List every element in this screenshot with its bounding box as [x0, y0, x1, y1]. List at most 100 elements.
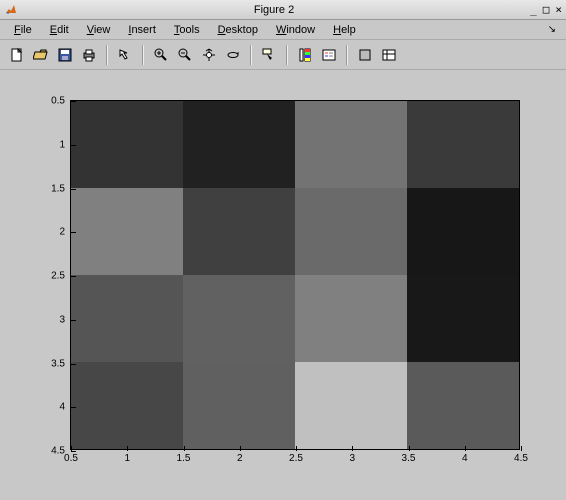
- y-tick-label: 4.5: [51, 446, 65, 457]
- y-tick-mark: [71, 145, 76, 146]
- heatmap-cell: [71, 188, 183, 275]
- heatmap-image: [71, 101, 519, 449]
- x-tick-label: 4: [462, 453, 468, 464]
- heatmap-cell: [183, 188, 295, 275]
- menu-view[interactable]: View: [79, 22, 119, 38]
- menu-tools[interactable]: Tools: [166, 22, 208, 38]
- figure-canvas: 0.511.522.533.544.50.511.522.533.544.5: [0, 70, 566, 500]
- x-tick-label: 1.5: [177, 453, 191, 464]
- x-tick-label: 1: [124, 453, 130, 464]
- heatmap-cell: [183, 362, 295, 449]
- menu-file[interactable]: File: [6, 22, 40, 38]
- menu-edit[interactable]: Edit: [42, 22, 77, 38]
- y-tick-mark: [71, 101, 76, 102]
- y-tick-label: 3: [59, 314, 65, 325]
- rotate3d-button[interactable]: [222, 44, 244, 66]
- open-button[interactable]: [30, 44, 52, 66]
- y-tick-label: 1.5: [51, 183, 65, 194]
- toolbar-separator: [250, 45, 252, 65]
- heatmap-cell: [71, 101, 183, 188]
- close-button[interactable]: ×: [555, 3, 562, 16]
- heatmap-cell: [407, 275, 519, 362]
- y-tick-label: 0.5: [51, 96, 65, 107]
- x-tick-label: 2: [237, 453, 243, 464]
- axes-container: 0.511.522.533.544.50.511.522.533.544.5: [70, 100, 520, 450]
- new-icon: [9, 47, 25, 63]
- arrow-icon: [117, 47, 133, 63]
- y-tick-mark: [71, 189, 76, 190]
- insert-legend-button[interactable]: [318, 44, 340, 66]
- heatmap-cell: [295, 362, 407, 449]
- open-icon: [33, 47, 49, 63]
- heatmap-cell: [295, 188, 407, 275]
- new-figure-button[interactable]: [6, 44, 28, 66]
- toolbar-separator: [106, 45, 108, 65]
- pan-button[interactable]: [198, 44, 220, 66]
- window-title: Figure 2: [24, 4, 524, 16]
- legend-icon: [321, 47, 337, 63]
- dock-corner-icon[interactable]: ↘: [548, 24, 560, 35]
- y-tick-mark: [71, 407, 76, 408]
- hidetools-icon: [357, 47, 373, 63]
- y-tick-mark: [71, 364, 76, 365]
- heatmap-cell: [71, 275, 183, 362]
- x-tick-mark: [409, 446, 410, 451]
- maximize-button[interactable]: □: [543, 3, 550, 16]
- hide-tools-button[interactable]: [354, 44, 376, 66]
- y-tick-label: 3.5: [51, 358, 65, 369]
- menu-window[interactable]: Window: [268, 22, 323, 38]
- menu-help[interactable]: Help: [325, 22, 364, 38]
- x-tick-mark: [296, 446, 297, 451]
- edit-plot-button[interactable]: [114, 44, 136, 66]
- save-button[interactable]: [54, 44, 76, 66]
- data-cursor-button[interactable]: [258, 44, 280, 66]
- showtools-icon: [381, 47, 397, 63]
- rotate-icon: [225, 47, 241, 63]
- menu-insert[interactable]: Insert: [120, 22, 164, 38]
- zoom-in-icon: [153, 47, 169, 63]
- y-tick-label: 2.5: [51, 271, 65, 282]
- x-tick-mark: [521, 446, 522, 451]
- zoom-out-button[interactable]: [174, 44, 196, 66]
- y-tick-mark: [71, 276, 76, 277]
- figure-window: Figure 2 _ □ × FileEditViewInsertToolsDe…: [0, 0, 566, 500]
- zoom-in-button[interactable]: [150, 44, 172, 66]
- minimize-button[interactable]: _: [530, 3, 537, 16]
- print-button[interactable]: [78, 44, 100, 66]
- matlab-app-icon: [4, 3, 18, 17]
- colorbar-icon: [297, 47, 313, 63]
- zoom-out-icon: [177, 47, 193, 63]
- y-tick-mark: [71, 451, 76, 452]
- heatmap-cell: [407, 188, 519, 275]
- x-tick-label: 3: [349, 453, 355, 464]
- heatmap-cell: [183, 101, 295, 188]
- y-tick-mark: [71, 320, 76, 321]
- menu-desktop[interactable]: Desktop: [210, 22, 266, 38]
- y-tick-label: 1: [59, 139, 65, 150]
- y-tick-mark: [71, 232, 76, 233]
- x-tick-label: 0.5: [64, 453, 78, 464]
- x-tick-mark: [352, 446, 353, 451]
- save-icon: [57, 47, 73, 63]
- x-tick-mark: [465, 446, 466, 451]
- figure-toolbar: [0, 40, 566, 70]
- show-tools-button[interactable]: [378, 44, 400, 66]
- toolbar-separator: [286, 45, 288, 65]
- heatmap-cell: [295, 275, 407, 362]
- x-tick-label: 2.5: [289, 453, 303, 464]
- heatmap-cell: [407, 101, 519, 188]
- insert-colorbar-button[interactable]: [294, 44, 316, 66]
- y-tick-label: 2: [59, 227, 65, 238]
- heatmap-cell: [183, 275, 295, 362]
- datacursor-icon: [261, 47, 277, 63]
- heatmap-cell: [407, 362, 519, 449]
- axes[interactable]: 0.511.522.533.544.50.511.522.533.544.5: [70, 100, 520, 450]
- toolbar-separator: [142, 45, 144, 65]
- print-icon: [81, 47, 97, 63]
- heatmap-cell: [295, 101, 407, 188]
- x-tick-mark: [240, 446, 241, 451]
- x-tick-mark: [184, 446, 185, 451]
- menu-bar: FileEditViewInsertToolsDesktopWindowHelp…: [0, 20, 566, 40]
- y-tick-label: 4: [59, 402, 65, 413]
- x-tick-label: 3.5: [402, 453, 416, 464]
